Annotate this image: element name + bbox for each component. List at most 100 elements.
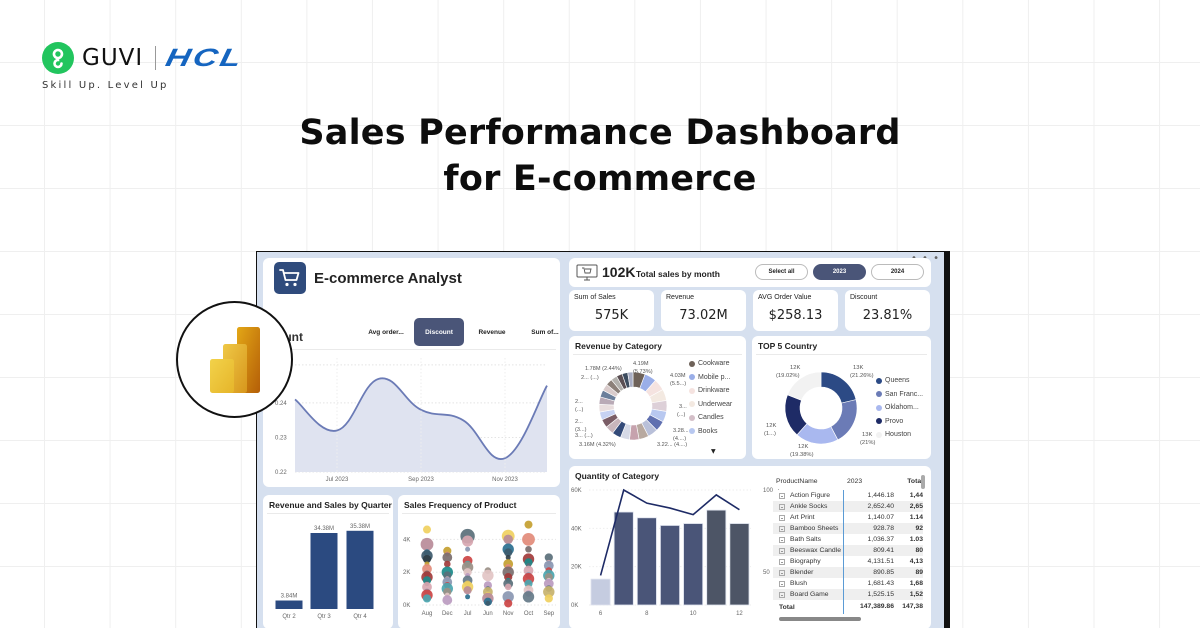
cell-total: 1.14 bbox=[909, 514, 923, 521]
legend-label: Provo bbox=[885, 417, 904, 425]
x-tick-label: Qtr 2 bbox=[282, 614, 296, 620]
tab-revenue[interactable]: Revenue bbox=[467, 318, 517, 346]
sales-frequency-card: Sales Frequency of Product 0K 2K 4K Aug Dec J… bbox=[398, 495, 560, 628]
cell-2023: 890.85 bbox=[843, 567, 898, 578]
product-name: Ankle Socks bbox=[790, 503, 828, 510]
page-title-line-1: Sales Performance Dashboard bbox=[299, 113, 901, 153]
filter-2024[interactable]: 2024 bbox=[871, 264, 924, 280]
legend-label: Queens bbox=[885, 377, 910, 385]
table-row[interactable]: Ankle Socks 2,652.40 2,65 bbox=[773, 501, 923, 512]
table-footer-total: Total 147,389.86 147,38 bbox=[773, 600, 923, 614]
cell-total: 1,52 bbox=[909, 591, 923, 598]
legend-item[interactable]: Drinkware bbox=[689, 384, 732, 398]
scatter-point bbox=[422, 594, 432, 603]
legend-item[interactable]: Queens bbox=[876, 374, 923, 388]
expand-icon[interactable] bbox=[779, 525, 785, 532]
expand-icon[interactable] bbox=[779, 503, 785, 510]
product-name: Board Game bbox=[790, 591, 829, 598]
y-tick-label: 0.22 bbox=[275, 470, 287, 476]
legend-item[interactable]: Books bbox=[689, 425, 732, 439]
legend-label: Underwear bbox=[698, 400, 733, 408]
expand-icon[interactable] bbox=[779, 492, 785, 499]
page-title-line-2: for E-commerce bbox=[443, 159, 757, 199]
quarter-bar bbox=[346, 530, 374, 609]
x-tick-label: Jun bbox=[483, 611, 493, 617]
vertical-scrollbar[interactable] bbox=[921, 475, 925, 489]
legend-label: Candles bbox=[698, 414, 724, 422]
expand-icon[interactable] bbox=[779, 536, 785, 543]
bar-value-label: 35.38M bbox=[350, 524, 370, 530]
column-header-total[interactable]: Total bbox=[898, 474, 923, 490]
cell-total: 1,68 bbox=[909, 580, 923, 587]
scatter-point bbox=[524, 520, 533, 529]
power-bi-icon bbox=[210, 327, 260, 393]
cell-2023: 1,446.18 bbox=[843, 490, 898, 501]
guvi-logo-icon bbox=[42, 42, 74, 74]
expand-icon[interactable] bbox=[779, 580, 785, 587]
hcl-wordmark: HCL bbox=[163, 43, 247, 72]
table-row[interactable]: Blender 890.85 89 bbox=[773, 567, 923, 578]
scatter-point bbox=[544, 594, 553, 603]
y-tick-label: 4K bbox=[403, 537, 410, 543]
expand-icon[interactable] bbox=[779, 547, 785, 554]
tab-avg-order[interactable]: Avg order... bbox=[361, 318, 411, 346]
y-tick-label: 20K bbox=[571, 565, 582, 571]
sales-frequency-scatter: 0K 2K 4K Aug Dec Jul Jun Nov Oct Sep bbox=[403, 520, 556, 617]
cell-product-name: Ankle Socks bbox=[773, 503, 843, 510]
legend-item[interactable]: Provo bbox=[876, 415, 923, 429]
legend-item[interactable]: Candles bbox=[689, 411, 732, 425]
legend-item[interactable]: Underwear bbox=[689, 398, 732, 412]
cell-2023: 1,140.07 bbox=[843, 512, 898, 523]
legend-scroll-down-icon[interactable]: ▼ bbox=[711, 448, 716, 455]
column-header-productname[interactable]: ProductName▲ bbox=[773, 474, 843, 490]
legend-label: Cookware bbox=[698, 360, 730, 368]
brand-logo: GUVI HCL Skill Up. Level Up bbox=[42, 42, 247, 91]
horizontal-scrollbar[interactable] bbox=[779, 617, 861, 621]
data-label: 3.28... bbox=[673, 428, 689, 434]
legend-dot bbox=[876, 431, 882, 438]
cell-product-name: Biography bbox=[773, 558, 843, 565]
table-row[interactable]: Art Print 1,140.07 1.14 bbox=[773, 512, 923, 523]
legend-dot bbox=[689, 374, 695, 381]
cell-2023: 1,525.15 bbox=[843, 589, 898, 600]
data-label: (5.5...) bbox=[670, 381, 686, 387]
quantity-bar bbox=[636, 517, 657, 606]
scatter-point bbox=[522, 533, 535, 546]
revenue-by-category-card: Revenue by Category 4.19M (5.73%) 4.03M (5.… bbox=[569, 336, 746, 459]
data-label: (1...) bbox=[764, 431, 776, 437]
scatter-point bbox=[504, 599, 513, 608]
expand-icon[interactable] bbox=[779, 558, 785, 565]
tab-sum-of[interactable]: Sum of... bbox=[520, 318, 560, 346]
legend-item[interactable]: San Franc... bbox=[876, 388, 923, 402]
tagline: Skill Up. Level Up bbox=[42, 80, 169, 91]
legend-item[interactable]: Mobile p... bbox=[689, 371, 732, 385]
filter-2023[interactable]: 2023 bbox=[813, 264, 866, 280]
table-row[interactable]: Beeswax Candle 809.41 80 bbox=[773, 545, 923, 556]
table-row[interactable]: Action Figure 1,446.18 1,44 bbox=[773, 490, 923, 501]
quarter-bar-card: Revenue and Sales by Quarter 3.84M Qtr 23… bbox=[263, 495, 393, 628]
expand-icon[interactable] bbox=[779, 591, 785, 598]
expand-icon[interactable] bbox=[779, 514, 785, 521]
x-tick-label: Jul 2023 bbox=[326, 477, 349, 483]
sort-asc-icon[interactable]: ▲ bbox=[776, 483, 781, 490]
filter-select-all[interactable]: Select all bbox=[755, 264, 808, 280]
cell-product-name: Board Game bbox=[773, 591, 843, 598]
y2-tick-label: 50 bbox=[763, 570, 770, 576]
legend-item[interactable]: Oklahom... bbox=[876, 401, 923, 415]
table-row[interactable]: Board Game 1,525.15 1,52 bbox=[773, 589, 923, 600]
table-row[interactable]: Bath Salts 1,036.37 1.03 bbox=[773, 534, 923, 545]
product-name: Bamboo Sheets bbox=[790, 525, 839, 532]
tab-discount[interactable]: Discount bbox=[414, 318, 464, 346]
column-header-2023[interactable]: 2023 bbox=[843, 474, 898, 490]
table-row[interactable]: Bamboo Sheets 928.78 92 bbox=[773, 523, 923, 534]
expand-icon[interactable] bbox=[779, 569, 785, 576]
legend-item[interactable]: Cookware bbox=[689, 357, 732, 371]
scatter-point bbox=[423, 525, 431, 534]
table-row[interactable]: Biography 4,131.51 4,13 bbox=[773, 556, 923, 567]
kpi-value: 73.02M bbox=[679, 308, 728, 323]
legend-dot bbox=[876, 391, 882, 398]
cell-2023: 2,652.40 bbox=[843, 501, 898, 512]
footer-total: 147,38 bbox=[902, 603, 923, 610]
legend-item[interactable]: Houston bbox=[876, 428, 923, 442]
table-row[interactable]: Blush 1,681.43 1,68 bbox=[773, 578, 923, 589]
